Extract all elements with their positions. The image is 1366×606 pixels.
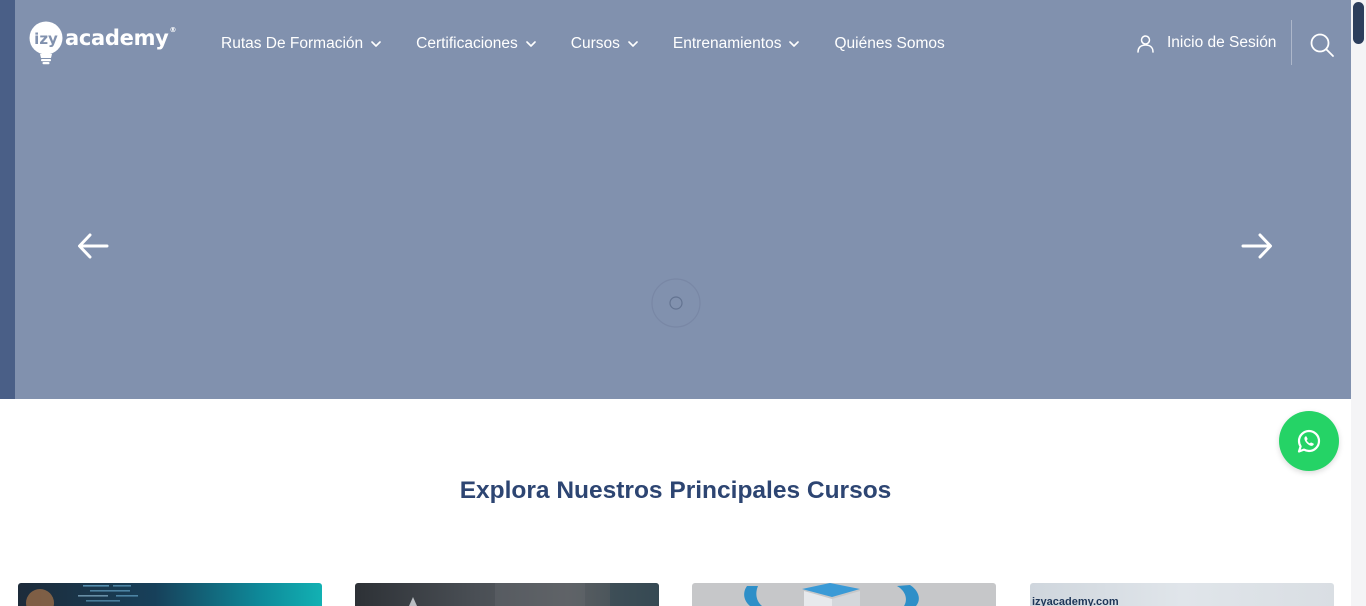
lightbulb-logo-icon: izy	[29, 21, 63, 65]
nav-item-cursos[interactable]: Cursos	[571, 35, 638, 53]
card-thumbnail	[744, 583, 919, 606]
logo-bulb-text: izy	[34, 30, 58, 48]
section-title: Explora Nuestros Principales Cursos	[459, 477, 892, 504]
nav-item-label: Quiénes Somos	[834, 35, 945, 52]
chevron-down-icon	[371, 40, 381, 47]
whatsapp-button[interactable]	[1279, 411, 1339, 471]
nav-item-certificaciones[interactable]: Certificaciones	[416, 35, 536, 53]
arrow-right-icon	[1241, 233, 1272, 259]
spinner-icon	[651, 278, 701, 328]
nav-item-entrenamientos[interactable]: Entrenamientos	[673, 35, 800, 53]
course-card[interactable]	[355, 583, 659, 606]
nav-item-rutas-de-formacion[interactable]: Rutas De Formación	[221, 35, 381, 53]
course-card[interactable]	[692, 583, 996, 606]
chevron-down-icon	[525, 40, 536, 47]
chevron-down-icon	[789, 40, 800, 47]
slider-next-button[interactable]	[1241, 231, 1273, 261]
nav-item-quienes-somos[interactable]: Quiénes Somos	[834, 35, 944, 53]
whatsapp-icon	[1297, 429, 1321, 453]
scrollbar-thumb[interactable]	[1353, 2, 1364, 44]
arrow-left-icon	[78, 233, 109, 259]
nav-item-label: Certificaciones	[416, 35, 518, 52]
left-edge-strip	[0, 0, 15, 399]
hero-slider	[15, 0, 1351, 399]
search-icon	[1310, 33, 1334, 57]
header-divider	[1291, 20, 1292, 65]
slider-prev-button[interactable]	[77, 231, 109, 261]
course-card[interactable]	[18, 583, 322, 606]
search-button[interactable]	[1308, 31, 1336, 59]
login-label: Inicio de Sesión	[1167, 34, 1277, 51]
main-nav: Rutas De Formación Certificaciones Curso…	[221, 33, 980, 55]
logo-wordmark: academy®	[65, 26, 177, 50]
nav-item-label: Rutas De Formación	[221, 35, 364, 52]
nav-item-label: Entrenamientos	[672, 35, 782, 52]
nav-item-label: Cursos	[570, 35, 620, 52]
login-link[interactable]: Inicio de Sesión	[1136, 31, 1276, 55]
course-card[interactable]: izyacademy.com	[1030, 583, 1334, 606]
card-caption: izyacademy.com	[1032, 596, 1119, 606]
site-logo[interactable]: izy academy®	[27, 20, 177, 66]
card-thumbnail	[26, 585, 138, 606]
chevron-down-icon	[628, 40, 638, 47]
card-thumbnail	[409, 583, 659, 606]
user-icon	[1137, 34, 1154, 53]
page-scrollbar[interactable]	[1351, 0, 1366, 606]
